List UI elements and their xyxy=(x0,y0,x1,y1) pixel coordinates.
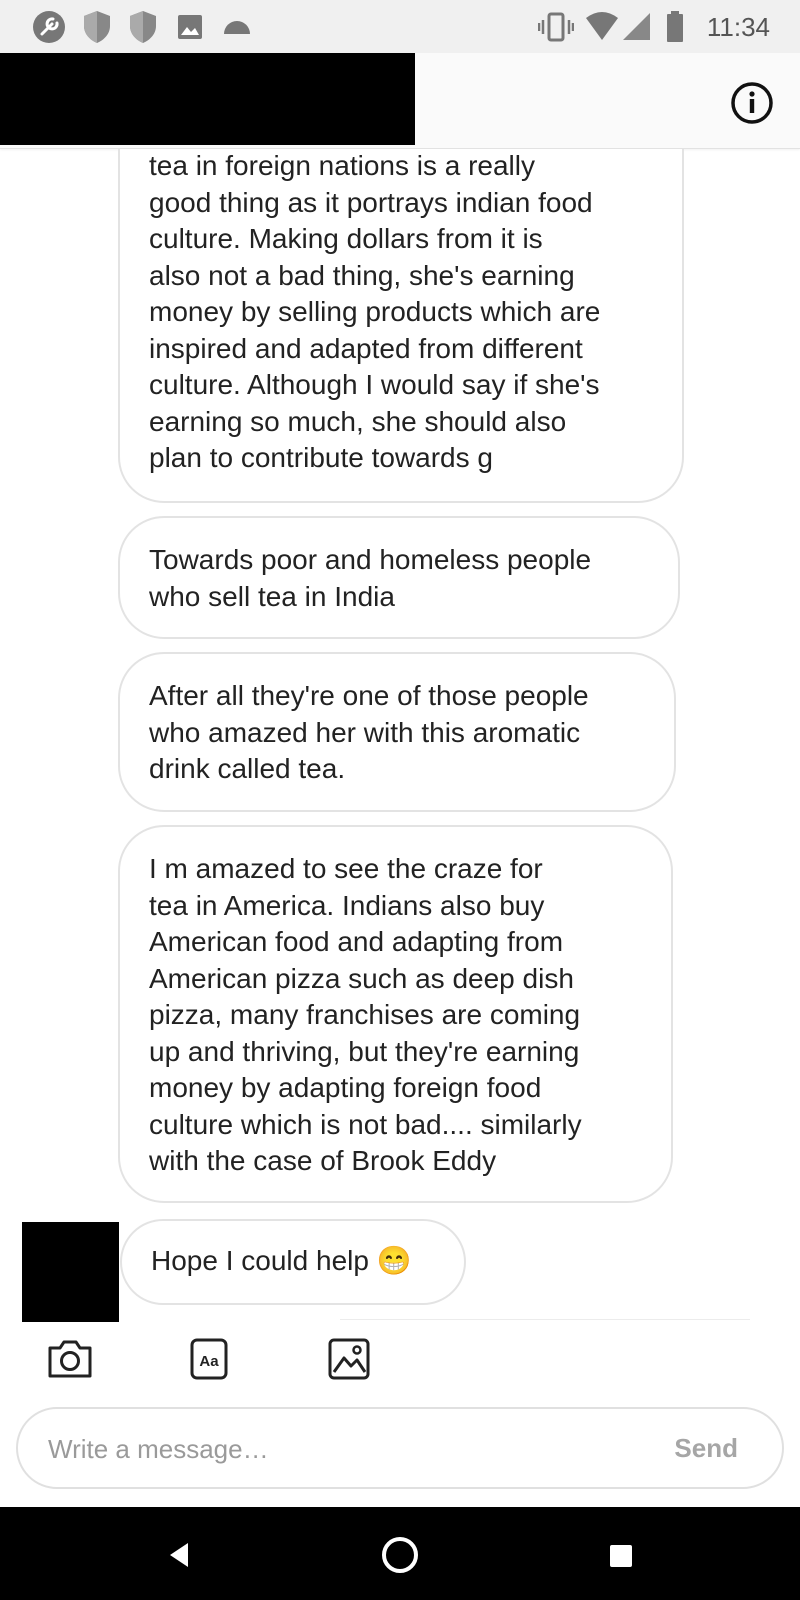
message-thread[interactable]: tea in foreign nations is a really good … xyxy=(0,149,800,1322)
text-format-label: Aa xyxy=(199,1353,219,1370)
chat-header xyxy=(0,53,800,149)
send-button[interactable]: Send xyxy=(674,1433,738,1464)
message-bubble: tea in foreign nations is a really good … xyxy=(118,149,684,503)
message-bubble: Hope I could help 😁 xyxy=(120,1219,466,1305)
recents-icon[interactable] xyxy=(608,1543,634,1574)
image-icon xyxy=(176,10,204,49)
vibrate-icon xyxy=(537,10,575,49)
cloud-icon xyxy=(222,10,252,49)
message-input[interactable] xyxy=(46,1427,610,1471)
battery-icon xyxy=(665,10,685,49)
message-bubble: After all they're one of those people wh… xyxy=(118,652,676,812)
status-bar: 11:34 xyxy=(0,0,800,53)
shield-icon xyxy=(128,10,158,49)
redacted-contact-name xyxy=(0,53,415,145)
back-icon[interactable] xyxy=(166,1541,192,1574)
redacted-avatar xyxy=(22,1222,119,1322)
status-time: 11:34 xyxy=(706,12,770,42)
tools-icon xyxy=(32,10,66,49)
message-composer: Send xyxy=(16,1407,784,1489)
info-icon[interactable] xyxy=(730,81,774,125)
divider xyxy=(340,1319,750,1320)
message-bubble: I m amazed to see the craze for tea in A… xyxy=(118,825,673,1203)
wifi-icon xyxy=(585,10,619,49)
home-icon[interactable] xyxy=(380,1535,420,1580)
signal-icon xyxy=(622,10,652,49)
shield-icon xyxy=(82,10,112,49)
camera-icon[interactable] xyxy=(46,1338,94,1385)
system-nav-bar xyxy=(0,1507,800,1600)
message-bubble: Towards poor and homeless people who sel… xyxy=(118,516,680,639)
gallery-icon[interactable] xyxy=(328,1338,372,1385)
text-format-icon[interactable]: Aa xyxy=(190,1338,230,1385)
